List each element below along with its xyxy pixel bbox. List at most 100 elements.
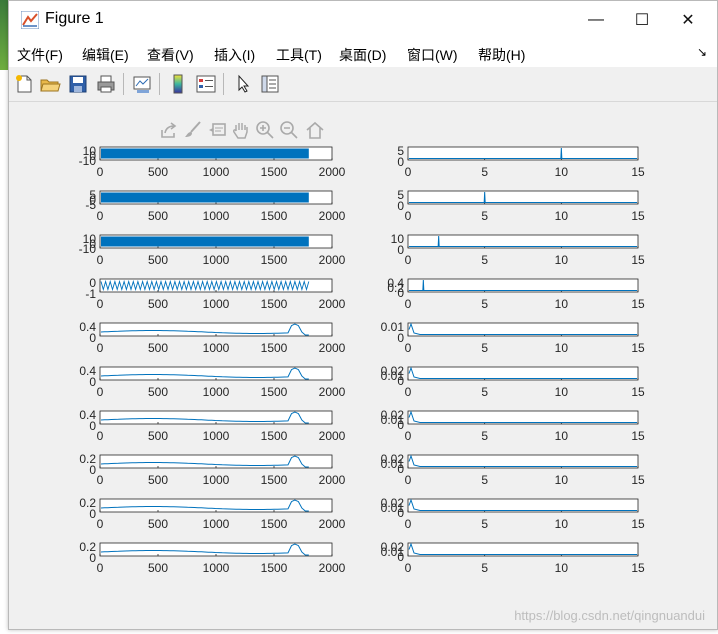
left-5-xtick-label: 1500 xyxy=(261,341,288,355)
link-plot-icon[interactable] xyxy=(131,73,153,95)
right-4-xtick-label: 5 xyxy=(481,297,488,311)
left-5-xtick-label: 0 xyxy=(97,341,104,355)
left-2-series-line xyxy=(101,192,309,203)
right-1-xtick-label: 15 xyxy=(631,165,645,179)
right-9-ytick-label: 0 xyxy=(397,506,404,520)
left-7-xtick-label: 500 xyxy=(148,429,168,443)
property-inspector-icon[interactable] xyxy=(259,73,281,95)
print-icon[interactable] xyxy=(95,73,117,95)
right-3-ytick-label: 0 xyxy=(397,243,404,257)
left-5-ytick-label: 0 xyxy=(89,331,96,345)
left-3-xtick-label: 2000 xyxy=(319,253,346,267)
menu-desktop[interactable]: 桌面(D) xyxy=(339,45,386,65)
minimize-icon: — xyxy=(588,11,604,28)
matlab-logo-icon xyxy=(21,11,39,29)
right-3-xtick-label: 15 xyxy=(631,253,645,267)
insert-colorbar-icon[interactable] xyxy=(167,73,189,95)
left-1-series-line xyxy=(101,148,309,159)
right-8-xtick-label: 10 xyxy=(555,473,569,487)
right-8-xtick-label: 15 xyxy=(631,473,645,487)
right-6-xtick-label: 10 xyxy=(555,385,569,399)
menu-bar: 文件(F) 编辑(E) 查看(V) 插入(I) 工具(T) 桌面(D) 窗口(W… xyxy=(9,39,717,67)
left-7-xtick-label: 2000 xyxy=(319,429,346,443)
right-5-ytick-label: 0 xyxy=(397,331,404,345)
window-title: Figure 1 xyxy=(45,10,104,27)
left-8-xtick-label: 1500 xyxy=(261,473,288,487)
right-7-ytick-label: 0 xyxy=(397,418,404,432)
left-1-xtick-label: 1000 xyxy=(203,165,230,179)
menu-tools[interactable]: 工具(T) xyxy=(276,45,322,65)
right-1-xtick-label: 5 xyxy=(481,165,488,179)
right-6-xtick-label: 0 xyxy=(405,385,412,399)
left-7-xtick-label: 1000 xyxy=(203,429,230,443)
left-4-xtick-label: 500 xyxy=(148,297,168,311)
menu-insert[interactable]: 插入(I) xyxy=(214,45,255,65)
right-4-xtick-label: 15 xyxy=(631,297,645,311)
left-8-xtick-label: 500 xyxy=(148,473,168,487)
left-3-xtick-label: 0 xyxy=(97,253,104,267)
left-2-xtick-label: 500 xyxy=(148,209,168,223)
right-8-xtick-label: 0 xyxy=(405,473,412,487)
left-2-ytick-label: -5 xyxy=(85,198,96,212)
left-5-xtick-label: 2000 xyxy=(319,341,346,355)
toolbar-separator xyxy=(159,73,160,95)
edit-plot-pointer-icon[interactable] xyxy=(233,73,255,95)
left-2-xtick-label: 1500 xyxy=(261,209,288,223)
right-8-ytick-label: 0 xyxy=(397,462,404,476)
left-8-ytick-label: 0 xyxy=(89,463,96,477)
right-8-xtick-label: 5 xyxy=(481,473,488,487)
menu-window[interactable]: 窗口(W) xyxy=(407,45,458,65)
right-9-xtick-label: 0 xyxy=(405,517,412,531)
left-1-xtick-label: 0 xyxy=(97,165,104,179)
save-icon[interactable] xyxy=(67,73,89,95)
right-5-xtick-label: 5 xyxy=(481,341,488,355)
right-2-xtick-label: 0 xyxy=(405,209,412,223)
left-4-xtick-label: 2000 xyxy=(319,297,346,311)
left-4-xtick-label: 1000 xyxy=(203,297,230,311)
right-5-xtick-label: 15 xyxy=(631,341,645,355)
left-8-xtick-label: 2000 xyxy=(319,473,346,487)
menu-file[interactable]: 文件(F) xyxy=(17,45,63,65)
close-button[interactable]: ✕ xyxy=(665,1,711,39)
right-4-xtick-label: 0 xyxy=(405,297,412,311)
figure-window: Figure 1 — ☐ ✕ 文件(F) 编辑(E) 查看(V) 插入(I) 工… xyxy=(8,0,718,630)
new-figure-icon[interactable] xyxy=(13,73,35,95)
maximize-button[interactable]: ☐ xyxy=(619,1,665,39)
left-2-xtick-label: 2000 xyxy=(319,209,346,223)
left-4-xtick-label: 1500 xyxy=(261,297,288,311)
menu-view[interactable]: 查看(V) xyxy=(147,45,194,65)
right-9-xtick-label: 10 xyxy=(555,517,569,531)
left-4-ytick-label: -1 xyxy=(85,287,96,301)
left-10-ytick-label: 0 xyxy=(89,551,96,565)
right-5-xtick-label: 10 xyxy=(555,341,569,355)
subplot-grid: 100-100 500 1000 1500 200050-50 500 1000 1500 20… xyxy=(79,144,645,575)
right-7-xtick-label: 0 xyxy=(405,429,412,443)
right-10-xtick-label: 0 xyxy=(405,561,412,575)
title-bar[interactable]: Figure 1 — ☐ ✕ xyxy=(9,1,717,39)
dock-arrow-icon[interactable]: ↘ xyxy=(697,45,707,59)
menu-edit[interactable]: 编辑(E) xyxy=(82,45,129,65)
left-9-xtick-label: 2000 xyxy=(319,517,346,531)
open-file-icon[interactable] xyxy=(39,73,61,95)
left-10-xtick-label: 500 xyxy=(148,561,168,575)
left-9-xtick-label: 500 xyxy=(148,517,168,531)
left-6-xtick-label: 1500 xyxy=(261,385,288,399)
left-3-ytick-label: -10 xyxy=(79,242,97,256)
right-3-xtick-label: 0 xyxy=(405,253,412,267)
left-6-xtick-label: 2000 xyxy=(319,385,346,399)
right-6-xtick-label: 15 xyxy=(631,385,645,399)
left-10-xtick-label: 0 xyxy=(97,561,104,575)
right-3-xtick-label: 5 xyxy=(481,253,488,267)
minimize-button[interactable]: — xyxy=(573,1,619,39)
maximize-icon: ☐ xyxy=(634,12,650,29)
right-10-xtick-label: 10 xyxy=(555,561,569,575)
left-8-xtick-label: 1000 xyxy=(203,473,230,487)
insert-legend-icon[interactable] xyxy=(195,73,217,95)
left-9-ytick-label: 0 xyxy=(89,507,96,521)
menu-help[interactable]: 帮助(H) xyxy=(478,45,525,65)
right-6-xtick-label: 5 xyxy=(481,385,488,399)
left-6-xtick-label: 1000 xyxy=(203,385,230,399)
right-4-ytick-label: 0 xyxy=(397,286,404,300)
watermark: https://blog.csdn.net/qingnuandui xyxy=(514,608,705,623)
left-3-xtick-label: 500 xyxy=(148,253,168,267)
